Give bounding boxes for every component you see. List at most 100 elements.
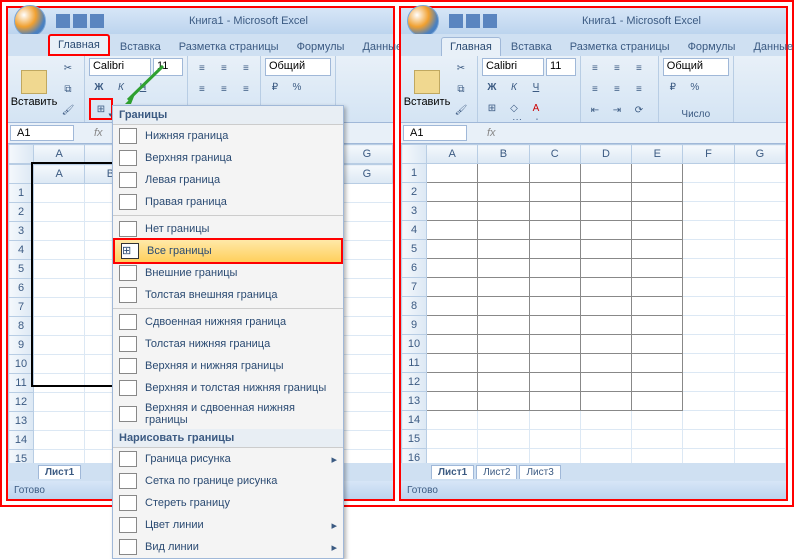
cell[interactable] <box>683 411 734 430</box>
cell[interactable] <box>34 450 85 464</box>
align-left-icon[interactable]: ≡ <box>192 79 212 99</box>
cell[interactable] <box>529 449 580 464</box>
copy-icon[interactable]: ⧉ <box>58 79 78 99</box>
cell[interactable] <box>734 240 785 259</box>
save-icon[interactable] <box>56 14 70 28</box>
cell[interactable] <box>478 240 529 259</box>
row-header[interactable]: 4 <box>9 241 34 260</box>
cell[interactable] <box>580 392 631 411</box>
cell[interactable] <box>529 411 580 430</box>
italic-button[interactable]: К <box>111 77 131 97</box>
row-header[interactable]: 7 <box>402 278 427 297</box>
cell[interactable] <box>529 373 580 392</box>
cell[interactable] <box>529 259 580 278</box>
draw-border-grid-item[interactable]: Сетка по границе рисунка <box>113 470 343 492</box>
col-header[interactable]: D <box>580 145 631 164</box>
row-header[interactable]: 14 <box>402 411 427 430</box>
cell[interactable] <box>529 297 580 316</box>
col-header[interactable]: F <box>683 145 734 164</box>
cell[interactable] <box>341 374 392 393</box>
col-header[interactable]: A <box>34 165 85 184</box>
row-header[interactable]: 5 <box>402 240 427 259</box>
cell[interactable] <box>427 449 478 464</box>
cell[interactable] <box>427 259 478 278</box>
cell[interactable] <box>632 164 683 183</box>
row-header[interactable]: 12 <box>9 393 34 412</box>
cell[interactable] <box>529 183 580 202</box>
cell[interactable] <box>580 316 631 335</box>
row-header[interactable]: 1 <box>402 164 427 183</box>
paste-button[interactable]: Вставить <box>405 68 449 110</box>
border-top-double-bottom-item[interactable]: Верхняя и сдвоенная нижняя границы <box>113 399 343 429</box>
border-top-bottom-item[interactable]: Верхняя и нижняя границы <box>113 355 343 377</box>
cell[interactable] <box>580 297 631 316</box>
cell[interactable] <box>34 317 85 336</box>
col-header[interactable]: A <box>34 145 85 164</box>
cell[interactable] <box>632 316 683 335</box>
cell[interactable] <box>632 449 683 464</box>
cell[interactable] <box>580 221 631 240</box>
cell[interactable] <box>341 279 392 298</box>
cell[interactable] <box>632 259 683 278</box>
row-header[interactable]: 14 <box>9 431 34 450</box>
col-header[interactable]: G <box>734 145 785 164</box>
cell[interactable] <box>529 278 580 297</box>
cell[interactable] <box>734 202 785 221</box>
cell[interactable] <box>427 202 478 221</box>
tab-home[interactable]: Главная <box>48 34 110 56</box>
row-header[interactable]: 2 <box>402 183 427 202</box>
cell[interactable] <box>34 279 85 298</box>
align-top-icon[interactable]: ≡ <box>192 58 212 78</box>
cell[interactable] <box>478 335 529 354</box>
row-header[interactable]: 6 <box>9 279 34 298</box>
cell[interactable] <box>341 184 392 203</box>
cell[interactable] <box>683 373 734 392</box>
cell[interactable] <box>632 221 683 240</box>
cell[interactable] <box>734 430 785 449</box>
border-double-bottom-item[interactable]: Сдвоенная нижняя граница <box>113 311 343 333</box>
row-header[interactable]: 13 <box>402 392 427 411</box>
cell[interactable] <box>683 449 734 464</box>
paste-button[interactable]: Вставить <box>12 68 56 110</box>
percent-icon[interactable]: % <box>287 77 307 97</box>
cell[interactable] <box>632 240 683 259</box>
cell[interactable] <box>341 317 392 336</box>
border-top-item[interactable]: Верхняя граница <box>113 147 343 169</box>
cell[interactable] <box>580 373 631 392</box>
cell[interactable] <box>341 260 392 279</box>
cell[interactable] <box>427 316 478 335</box>
cell[interactable] <box>427 221 478 240</box>
border-thick-bottom-item[interactable]: Толстая нижняя граница <box>113 333 343 355</box>
cell[interactable] <box>478 278 529 297</box>
row-header[interactable]: 15 <box>9 450 34 464</box>
cell[interactable] <box>529 240 580 259</box>
cell[interactable] <box>734 354 785 373</box>
row-header[interactable]: 4 <box>402 221 427 240</box>
cell[interactable] <box>34 336 85 355</box>
row-header[interactable]: 10 <box>9 355 34 374</box>
cell[interactable] <box>34 222 85 241</box>
row-header[interactable]: 9 <box>402 316 427 335</box>
cell[interactable] <box>683 392 734 411</box>
row-header[interactable]: 15 <box>402 430 427 449</box>
cell[interactable] <box>632 183 683 202</box>
cell[interactable] <box>683 278 734 297</box>
cell[interactable] <box>683 259 734 278</box>
cell[interactable] <box>427 392 478 411</box>
cell[interactable] <box>734 373 785 392</box>
cell[interactable] <box>478 221 529 240</box>
cell[interactable] <box>427 335 478 354</box>
cell[interactable] <box>34 260 85 279</box>
align-center-icon[interactable]: ≡ <box>214 79 234 99</box>
cell[interactable] <box>734 392 785 411</box>
cell[interactable] <box>734 297 785 316</box>
cell[interactable] <box>734 183 785 202</box>
cell[interactable] <box>34 203 85 222</box>
sheet-tab-1[interactable]: Лист1 <box>38 465 81 479</box>
borders-button[interactable]: ⊞ <box>482 98 502 118</box>
align-middle-icon[interactable]: ≡ <box>214 58 234 78</box>
cell[interactable] <box>734 221 785 240</box>
row-header[interactable]: 11 <box>402 354 427 373</box>
worksheet-grid[interactable]: ABCDEFG123456789101112131415161718 <box>401 144 786 463</box>
cell[interactable] <box>580 259 631 278</box>
